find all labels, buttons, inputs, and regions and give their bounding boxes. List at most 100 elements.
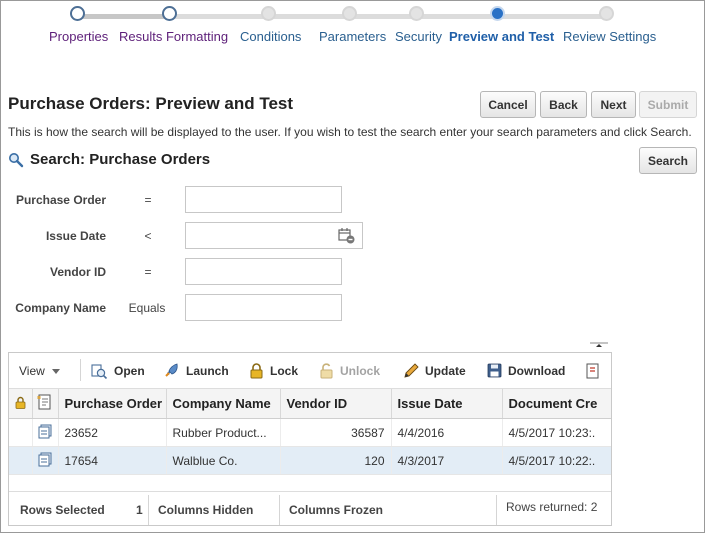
lock-button[interactable]: Lock <box>249 363 298 379</box>
toolbar-separator <box>80 359 81 381</box>
train-label-parameters[interactable]: Parameters <box>319 29 386 44</box>
cell-company-name: Walblue Co. <box>166 446 281 475</box>
company-name-label: Company Name <box>15 301 106 315</box>
search-heading-label: Search: Purchase Orders <box>30 151 211 168</box>
chevron-down-icon <box>52 369 61 375</box>
unlock-label: Unlock <box>340 364 381 378</box>
view-menu[interactable]: View <box>19 364 61 378</box>
footer-separator <box>496 495 497 525</box>
open-button[interactable]: Open <box>91 363 145 379</box>
column-header-vendor-id[interactable]: Vendor ID <box>280 389 392 419</box>
train-stop-properties[interactable] <box>70 6 85 21</box>
table-row[interactable]: 17654 Walblue Co. 120 4/3/2017 4/5/2017 … <box>9 446 611 475</box>
back-button[interactable]: Back <box>540 91 587 118</box>
document-stack-icon <box>38 452 51 466</box>
rocket-icon <box>165 363 178 377</box>
lock-cell <box>9 418 33 447</box>
rows-selected-label: Rows Selected <box>20 503 105 517</box>
update-label: Update <box>425 364 466 378</box>
unlock-icon <box>320 363 333 379</box>
footer-separator <box>148 495 149 525</box>
unlock-button[interactable]: Unlock <box>319 363 380 379</box>
vendor-id-input[interactable] <box>185 258 342 285</box>
launch-label: Launch <box>186 364 229 378</box>
column-header-issue-date[interactable]: Issue Date <box>391 389 503 419</box>
download-label: Download <box>508 363 566 378</box>
column-header-document-created[interactable]: Document Cre <box>502 389 611 419</box>
download-button[interactable]: Download <box>487 363 565 378</box>
document-cell <box>32 418 59 447</box>
column-header-company-name[interactable]: Company Name <box>166 389 281 419</box>
lock-icon <box>15 396 26 409</box>
results-footer: Rows Selected 1 Columns Hidden Columns F… <box>9 491 611 525</box>
issue-date-label: Issue Date <box>45 229 106 243</box>
issue-date-input[interactable] <box>185 222 363 249</box>
collapse-handle-icon[interactable] <box>588 339 610 350</box>
cell-company-name: Rubber Product... <box>166 418 281 447</box>
train-stop-security[interactable] <box>409 6 424 21</box>
document-column-header <box>32 389 59 419</box>
pencil-icon <box>404 363 419 378</box>
document-stack-icon <box>38 424 51 438</box>
document-cell <box>32 446 59 475</box>
next-button[interactable]: Next <box>591 91 636 118</box>
calendar-icon[interactable] <box>338 227 356 245</box>
results-table: Purchase Order Company Name Vendor ID Is… <box>9 389 611 475</box>
company-name-operator: Equals <box>128 301 166 315</box>
document-list-icon <box>37 394 51 410</box>
table-header-row: Purchase Order Company Name Vendor ID Is… <box>9 389 611 419</box>
footer-separator <box>279 495 280 525</box>
train-stop-results-formatting[interactable] <box>162 6 177 21</box>
cell-issue-date: 4/3/2017 <box>391 446 503 475</box>
table-row[interactable]: 23652 Rubber Product... 36587 4/4/2016 4… <box>9 418 611 447</box>
cell-document-created: 4/5/2017 10:22:. <box>502 446 611 475</box>
train-label-conditions[interactable]: Conditions <box>240 29 301 44</box>
columns-frozen-label: Columns Frozen <box>289 503 384 517</box>
train-label-preview-and-test[interactable]: Preview and Test <box>449 29 554 44</box>
cell-purchase-order: 17654 <box>58 446 167 475</box>
rows-selected-value: 1 <box>136 503 143 517</box>
issue-date-operator: < <box>144 229 152 243</box>
launch-button[interactable]: Launch <box>163 363 229 379</box>
lock-label: Lock <box>270 364 299 378</box>
train-stop-preview-and-test[interactable] <box>490 6 505 21</box>
overflow-button[interactable] <box>586 363 607 379</box>
results-panel: View Open Launch Lock Unlock Update Down… <box>8 352 612 526</box>
train-label-security[interactable]: Security <box>395 29 442 44</box>
column-header-purchase-order[interactable]: Purchase Order <box>58 389 167 419</box>
cell-document-created: 4/5/2017 10:23:. <box>502 418 611 447</box>
cell-purchase-order: 23652 <box>58 418 167 447</box>
train-label-results-formatting[interactable]: Results Formatting <box>119 29 228 44</box>
lock-column-header <box>9 389 33 419</box>
cell-vendor-id: 120 <box>280 446 392 475</box>
train-label-properties[interactable]: Properties <box>49 29 108 44</box>
view-menu-label: View <box>19 364 45 378</box>
train-connector <box>77 14 169 19</box>
purchase-order-label: Purchase Order <box>15 193 106 207</box>
results-toolbar: View Open Launch Lock Unlock Update Down… <box>9 353 611 389</box>
document-icon <box>586 363 599 379</box>
search-icon <box>9 152 24 167</box>
search-button[interactable]: Search <box>639 147 697 174</box>
purchase-order-input[interactable] <box>185 186 342 213</box>
train-stop-review-settings[interactable] <box>599 6 614 21</box>
purchase-order-operator: = <box>144 193 152 207</box>
train-label-review-settings[interactable]: Review Settings <box>563 29 656 44</box>
update-button[interactable]: Update <box>403 363 466 379</box>
search-heading: Search: Purchase Orders <box>8 151 210 168</box>
train-stop-conditions[interactable] <box>261 6 276 21</box>
company-name-input[interactable] <box>185 294 342 321</box>
cancel-button[interactable]: Cancel <box>480 91 536 118</box>
lock-cell <box>9 446 33 475</box>
vendor-id-operator: = <box>144 265 152 279</box>
train-stop-parameters[interactable] <box>342 6 357 21</box>
train-connector <box>169 14 607 19</box>
rows-returned-text: Rows returned: 2 <box>506 500 598 514</box>
open-label: Open <box>114 364 145 378</box>
submit-button[interactable]: Submit <box>639 91 697 118</box>
open-icon <box>91 364 108 379</box>
vendor-id-label: Vendor ID <box>49 265 106 279</box>
cell-vendor-id: 36587 <box>280 418 392 447</box>
page-title: Purchase Orders: Preview and Test <box>8 94 294 113</box>
cell-issue-date: 4/4/2016 <box>391 418 503 447</box>
